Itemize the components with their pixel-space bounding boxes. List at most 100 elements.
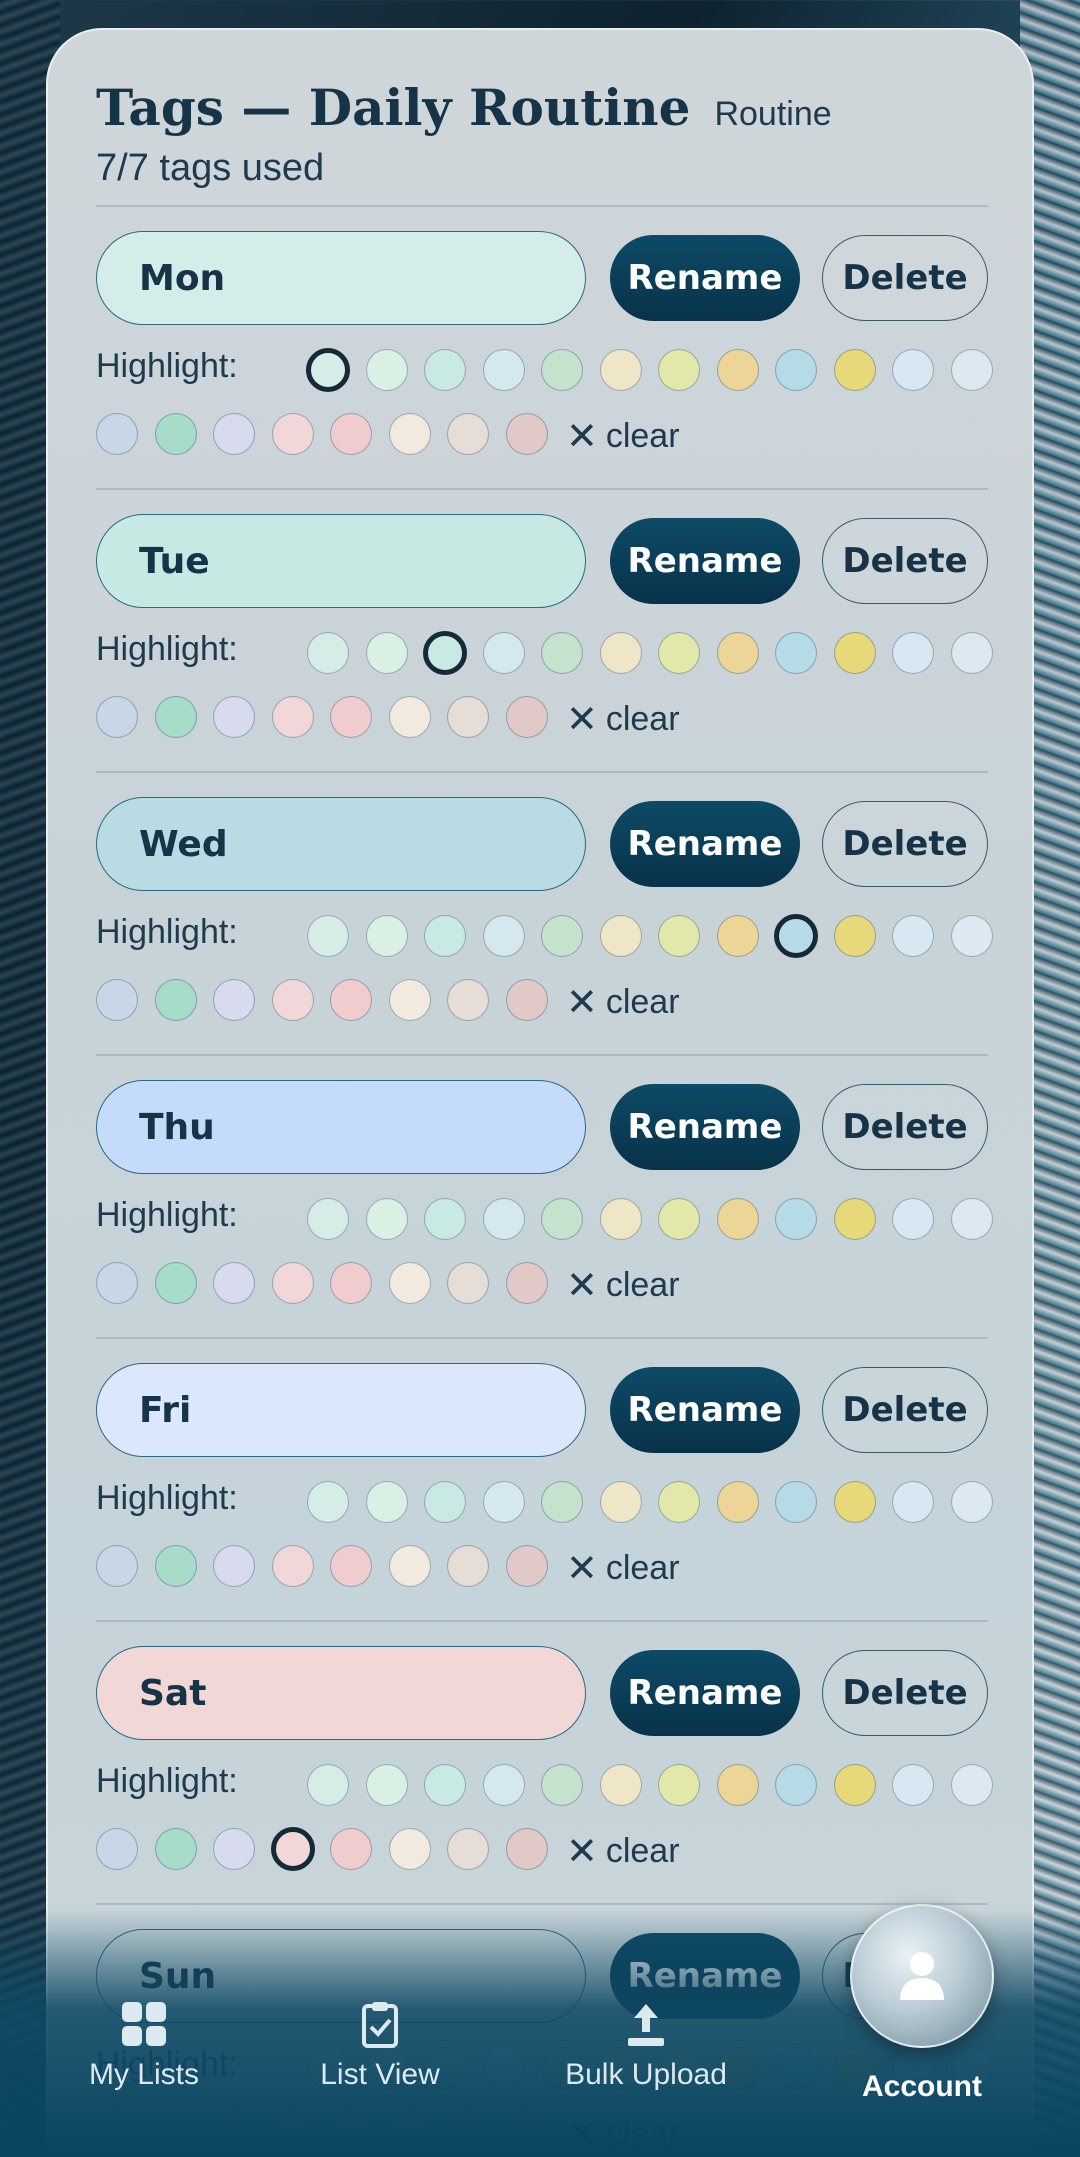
color-swatch[interactable]: [658, 1481, 700, 1523]
color-swatch[interactable]: [447, 696, 489, 738]
color-swatch[interactable]: [154, 1545, 197, 1587]
color-swatch[interactable]: [541, 1481, 583, 1523]
color-swatch[interactable]: [774, 914, 818, 958]
color-swatch[interactable]: [716, 1198, 759, 1240]
color-swatch[interactable]: [482, 1764, 525, 1806]
color-swatch[interactable]: [154, 979, 197, 1021]
color-swatch[interactable]: [599, 632, 642, 674]
color-swatch[interactable]: [424, 1481, 466, 1523]
color-swatch[interactable]: [96, 413, 138, 455]
color-swatch[interactable]: [658, 632, 700, 674]
color-swatch[interactable]: [388, 979, 431, 1021]
color-swatch[interactable]: [716, 1481, 759, 1523]
color-swatch[interactable]: [541, 1764, 583, 1806]
tag-name-field[interactable]: Mon: [96, 231, 586, 325]
color-swatch[interactable]: [541, 1198, 583, 1240]
rename-button[interactable]: Rename: [610, 518, 800, 604]
color-swatch[interactable]: [541, 915, 583, 957]
nav-list-view[interactable]: List View: [316, 2000, 444, 2092]
clear-highlight-button[interactable]: ✕clear: [566, 1549, 680, 1588]
color-swatch[interactable]: [447, 1262, 489, 1304]
color-swatch[interactable]: [330, 696, 372, 738]
delete-button[interactable]: Delete: [822, 801, 988, 887]
color-swatch[interactable]: [599, 349, 642, 391]
color-swatch[interactable]: [716, 1764, 759, 1806]
color-swatch[interactable]: [892, 1481, 934, 1523]
color-swatch[interactable]: [950, 632, 993, 674]
delete-button[interactable]: Delete: [822, 1367, 988, 1453]
color-swatch[interactable]: [388, 696, 431, 738]
color-swatch[interactable]: [330, 1828, 372, 1870]
tag-name-field[interactable]: Fri: [96, 1363, 586, 1457]
tag-name-field[interactable]: Sat: [96, 1646, 586, 1740]
color-swatch[interactable]: [833, 1764, 876, 1806]
color-swatch[interactable]: [833, 915, 876, 957]
rename-button[interactable]: Rename: [610, 235, 800, 321]
color-swatch[interactable]: [599, 1764, 642, 1806]
color-swatch[interactable]: [950, 1481, 993, 1523]
clear-highlight-button[interactable]: ✕clear: [566, 1266, 680, 1305]
color-swatch[interactable]: [892, 632, 934, 674]
color-swatch[interactable]: [658, 915, 700, 957]
color-swatch[interactable]: [270, 1827, 315, 1871]
color-swatch[interactable]: [775, 1764, 817, 1806]
color-swatch[interactable]: [447, 1828, 489, 1870]
color-swatch[interactable]: [505, 1828, 548, 1870]
color-swatch[interactable]: [307, 1481, 349, 1523]
color-swatch[interactable]: [950, 1198, 993, 1240]
nav-my-lists[interactable]: My Lists: [86, 2000, 202, 2092]
color-swatch[interactable]: [365, 1481, 408, 1523]
nav-bulk-upload[interactable]: Bulk Upload: [558, 2000, 734, 2092]
color-swatch[interactable]: [892, 1198, 934, 1240]
color-swatch[interactable]: [271, 1262, 314, 1304]
color-swatch[interactable]: [892, 915, 934, 957]
clear-highlight-button[interactable]: ✕clear: [566, 700, 680, 739]
color-swatch[interactable]: [271, 696, 314, 738]
color-swatch[interactable]: [307, 915, 349, 957]
color-swatch[interactable]: [716, 632, 759, 674]
color-swatch[interactable]: [388, 1828, 431, 1870]
rename-button[interactable]: Rename: [610, 1650, 800, 1736]
color-swatch[interactable]: [482, 632, 525, 674]
color-swatch[interactable]: [716, 915, 759, 957]
color-swatch[interactable]: [365, 349, 408, 391]
color-swatch[interactable]: [365, 1198, 408, 1240]
color-swatch[interactable]: [365, 915, 408, 957]
color-swatch[interactable]: [447, 413, 489, 455]
color-swatch[interactable]: [599, 915, 642, 957]
color-swatch[interactable]: [271, 979, 314, 1021]
color-swatch[interactable]: [96, 979, 138, 1021]
color-swatch[interactable]: [330, 1545, 372, 1587]
color-swatch[interactable]: [330, 413, 372, 455]
delete-button[interactable]: Delete: [822, 1650, 988, 1736]
color-swatch[interactable]: [271, 1545, 314, 1587]
color-swatch[interactable]: [892, 349, 934, 391]
color-swatch[interactable]: [307, 632, 349, 674]
color-swatch[interactable]: [482, 1198, 525, 1240]
color-swatch[interactable]: [833, 349, 876, 391]
color-swatch[interactable]: [541, 349, 583, 391]
color-swatch[interactable]: [213, 413, 255, 455]
color-swatch[interactable]: [388, 413, 431, 455]
color-swatch[interactable]: [599, 1481, 642, 1523]
rename-button[interactable]: Rename: [610, 1084, 800, 1170]
color-swatch[interactable]: [833, 632, 876, 674]
color-swatch[interactable]: [775, 1481, 817, 1523]
color-swatch[interactable]: [154, 413, 197, 455]
color-swatch[interactable]: [424, 915, 466, 957]
color-swatch[interactable]: [505, 413, 548, 455]
tag-name-field[interactable]: Tue: [96, 514, 586, 608]
color-swatch[interactable]: [213, 1262, 255, 1304]
color-swatch[interactable]: [154, 696, 197, 738]
tag-name-field[interactable]: Thu: [96, 1080, 586, 1174]
delete-button[interactable]: Delete: [822, 235, 988, 321]
color-swatch[interactable]: [213, 1545, 255, 1587]
color-swatch[interactable]: [833, 1481, 876, 1523]
color-swatch[interactable]: [892, 1764, 934, 1806]
nav-account[interactable]: Account: [858, 2070, 986, 2104]
color-swatch[interactable]: [658, 1764, 700, 1806]
color-swatch[interactable]: [388, 1545, 431, 1587]
color-swatch[interactable]: [482, 915, 525, 957]
color-swatch[interactable]: [447, 979, 489, 1021]
color-swatch[interactable]: [271, 413, 314, 455]
